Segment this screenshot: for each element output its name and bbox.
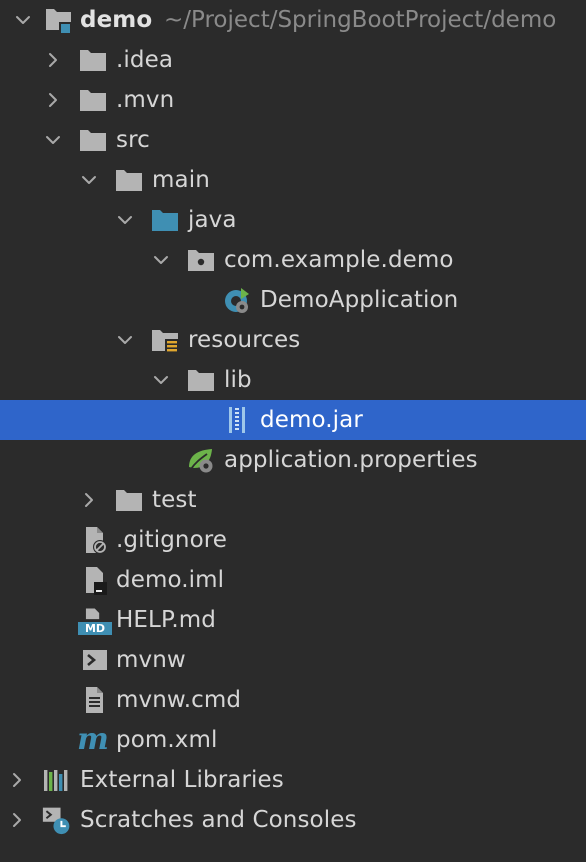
external-libraries-icon [42,765,72,795]
chevron-right-icon[interactable] [42,89,64,111]
folder-icon [78,45,108,75]
tree-row-scratches[interactable]: Scratches and Consoles [0,800,586,840]
tree-label: mvnw.cmd [116,687,242,713]
folder-icon [78,125,108,155]
tree-row-mvnw[interactable]: mvnw [0,640,586,680]
tree-label: mvnw [116,647,186,673]
package-icon [186,245,216,275]
folder-icon [114,165,144,195]
tree-label: pom.xml [116,727,218,753]
tree-label: HELP.md [116,607,216,633]
tree-label: .idea [116,47,174,73]
tree-row-src[interactable]: src [0,120,586,160]
tree-label: Scratches and Consoles [80,807,357,833]
tree-row-project-root[interactable]: demo ~/Project/SpringBootProject/demo [0,0,586,40]
tree-row-package[interactable]: com.example.demo [0,240,586,280]
tree-row-help-md[interactable]: MD HELP.md [0,600,586,640]
module-file-icon [80,565,110,595]
tree-label: External Libraries [80,767,284,793]
chevron-down-icon[interactable] [12,9,34,31]
markdown-badge: MD [78,622,112,635]
tree-row-mvnw-cmd[interactable]: mvnw.cmd [0,680,586,720]
tree-row-idea[interactable]: .idea [0,40,586,80]
tree-label: main [152,167,210,193]
chevron-down-icon[interactable] [78,169,100,191]
spring-properties-icon [186,445,216,475]
scratches-icon [42,805,72,835]
tree-row-external-libraries[interactable]: External Libraries [0,760,586,800]
tree-label: DemoApplication [260,287,459,313]
tree-label: java [188,207,237,233]
tree-row-application-properties[interactable]: application.properties [0,440,586,480]
tree-row-pom-xml[interactable]: m pom.xml [0,720,586,760]
chevron-down-icon[interactable] [150,249,172,271]
text-file-icon [80,685,110,715]
tree-row-demo-iml[interactable]: demo.iml [0,560,586,600]
chevron-down-icon[interactable] [114,209,136,231]
module-folder-icon [44,5,74,35]
chevron-down-icon[interactable] [150,369,172,391]
tree-row-lib[interactable]: lib [0,360,586,400]
chevron-right-icon[interactable] [42,49,64,71]
terminal-script-icon [80,645,110,675]
tree-row-test[interactable]: test [0,480,586,520]
chevron-right-icon[interactable] [6,809,28,831]
maven-glyph: m [77,722,109,757]
gitignore-file-icon [80,525,110,555]
tree-row-demo-application[interactable]: DemoApplication [0,280,586,320]
tree-label: resources [188,327,301,353]
folder-icon [114,485,144,515]
tree-label: demo.jar [260,407,363,433]
tree-label: application.properties [224,447,478,473]
tree-label: test [152,487,197,513]
tree-label: lib [224,367,252,393]
project-tree: demo ~/Project/SpringBootProject/demo .i… [0,0,586,862]
tree-row-mvn[interactable]: .mvn [0,80,586,120]
folder-icon [78,85,108,115]
chevron-right-icon[interactable] [78,489,100,511]
tree-label: demo.iml [116,567,225,593]
chevron-down-icon[interactable] [114,329,136,351]
tree-row-demo-jar[interactable]: demo.jar [0,400,586,440]
tree-row-main[interactable]: main [0,160,586,200]
tree-row-gitignore[interactable]: .gitignore [0,520,586,560]
tree-row-java[interactable]: java [0,200,586,240]
chevron-right-icon[interactable] [6,769,28,791]
chevron-down-icon[interactable] [42,129,64,151]
folder-icon [186,365,216,395]
jar-archive-icon [222,405,252,435]
spring-boot-class-icon [222,285,252,315]
tree-label: .mvn [116,87,175,113]
project-name: demo [80,7,153,33]
tree-label: .gitignore [116,527,228,553]
resources-folder-icon [150,325,180,355]
project-path: ~/Project/SpringBootProject/demo [164,7,557,33]
tree-label: src [116,127,150,153]
tree-row-resources[interactable]: resources [0,320,586,360]
source-folder-icon [150,205,180,235]
tree-label: com.example.demo [224,247,454,273]
markdown-icon: MD [78,605,112,635]
maven-icon: m [77,722,109,757]
